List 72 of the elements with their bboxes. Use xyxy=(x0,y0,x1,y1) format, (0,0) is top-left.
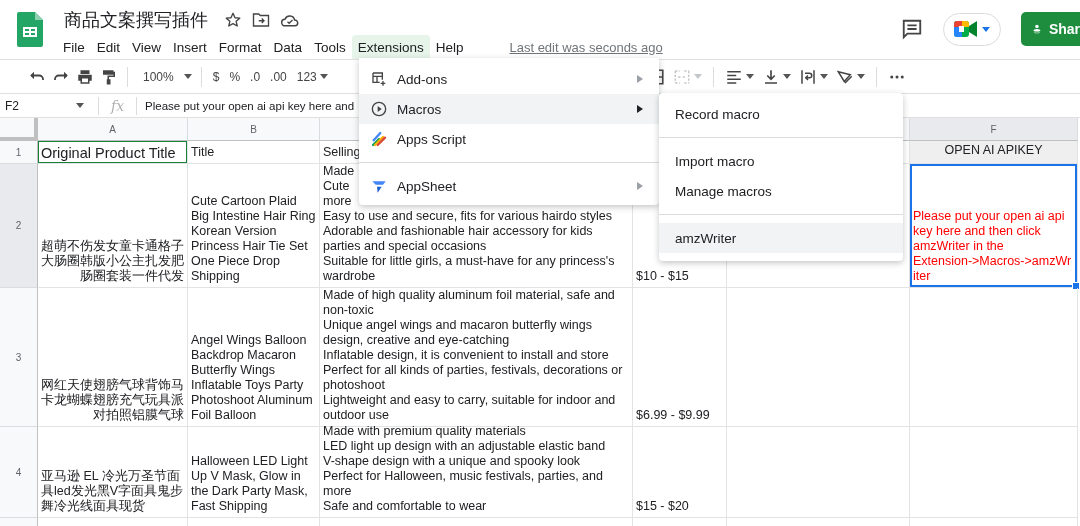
decrease-decimals-button[interactable]: .0 xyxy=(248,64,263,89)
menu-item[interactable]: Insert xyxy=(167,35,213,59)
row-header[interactable]: 2 xyxy=(0,164,38,288)
formula-input[interactable]: Please put your open ai api key here and xyxy=(145,99,355,112)
apps-script-icon xyxy=(371,131,387,147)
menu-item[interactable]: Extensions xyxy=(351,35,430,59)
more-formats-dropdown[interactable]: 123 xyxy=(294,64,330,89)
menu-item[interactable]: Macros xyxy=(359,94,659,124)
comment-icon[interactable] xyxy=(901,18,923,40)
appsheet-icon xyxy=(371,178,387,194)
menu-item[interactable]: Format xyxy=(212,35,268,59)
last-edit-link[interactable]: Last edit was seconds ago xyxy=(509,39,663,55)
align-bottom-icon[interactable] xyxy=(762,67,780,86)
star-icon[interactable] xyxy=(224,11,242,29)
table-cell: Made of high quality aluminum foil material, safe and non-toxic Unique angel wings and macaron butterfly wings design, creative and eye-catching Inflatable design, it is convenient to install and store Perfect for all kinds of parties, festivals, decorations or photoshoot Lightweight and easy to carry, suitable for indoor and outdoor use xyxy=(320,288,633,427)
table-cell: 亚马逊 EL 冷光万圣节面 具led发光黑V字面具鬼步 舞冷光线面具现货 xyxy=(38,427,188,518)
menu-item[interactable]: Edit xyxy=(90,35,127,59)
cloud-check-icon[interactable] xyxy=(280,12,300,28)
submenu-arrow-icon xyxy=(637,75,643,83)
row-header[interactable]: 3 xyxy=(0,288,38,427)
column-header[interactable]: A xyxy=(38,118,188,141)
increase-decimals-button[interactable]: .00 xyxy=(268,64,289,89)
folder-icon[interactable] xyxy=(252,12,270,28)
row-header[interactable]: 4 xyxy=(0,427,38,518)
caret-icon[interactable] xyxy=(857,74,865,79)
menu-item[interactable]: View xyxy=(126,35,168,59)
print-icon[interactable] xyxy=(76,67,94,86)
add-ons-icon xyxy=(371,71,387,87)
table-cell: Original Product Title xyxy=(38,141,188,164)
table-cell: Angel Wings Balloon Backdrop Macaron Butterfly Wings Inflatable Toys Party Photoshoot Aluminum Foil Balloon xyxy=(188,288,320,427)
document-title[interactable]: 商品文案撰写插件 xyxy=(64,8,208,32)
sheets-logo-icon[interactable] xyxy=(17,12,43,47)
table-cell: Halloween LED Light Up V Mask, Glow in the Dark Party Mask, Fast Shipping xyxy=(188,427,320,518)
menu-item[interactable]: amzWriter xyxy=(659,223,903,253)
column-header[interactable]: F xyxy=(910,118,1078,141)
paint-format-icon[interactable] xyxy=(100,67,118,86)
menu-item[interactable]: Record macro xyxy=(659,99,903,129)
cell-reference-field[interactable]: F2 xyxy=(0,98,90,113)
menu-item[interactable]: Tools xyxy=(308,35,352,59)
submenu-arrow-icon xyxy=(637,182,643,190)
table-cell: Made with premium quality materials LED light up design with an adjustable elastic band V-shape design with a unique and spooky look Perfect for Halloween, music festivals, parties, and more Safe and comfortable to wear xyxy=(320,427,633,518)
caret-icon xyxy=(319,74,328,79)
caret-icon[interactable] xyxy=(746,74,754,79)
menu-item[interactable]: File xyxy=(57,35,91,59)
table-cell: $6.99 - $9.99 xyxy=(633,288,727,427)
caret-icon xyxy=(76,103,84,108)
table-cell: Cute Cartoon Plaid Big Intestine Hair Ring Korean Version Princess Hair Tie Set One Piece Drop Shipping xyxy=(188,164,320,288)
fill-handle[interactable] xyxy=(1072,282,1080,290)
table-cell: Title xyxy=(188,141,320,164)
menu-item[interactable]: Data xyxy=(267,35,309,59)
play-circle-icon xyxy=(371,101,387,117)
function-label: fx xyxy=(111,97,125,114)
caret-icon xyxy=(982,26,990,32)
caret-icon xyxy=(183,74,192,79)
video-camera-icon xyxy=(954,20,978,38)
percent-button[interactable]: % xyxy=(227,64,243,89)
submenu-arrow-icon xyxy=(637,105,643,113)
caret-icon[interactable] xyxy=(783,74,791,79)
currency-button[interactable]: $ xyxy=(210,64,222,89)
column-header[interactable]: B xyxy=(188,118,320,141)
caret-icon[interactable] xyxy=(820,74,828,79)
text-wrap-icon[interactable] xyxy=(799,67,817,86)
share-button[interactable]: Shar xyxy=(1021,12,1080,46)
zoom-dropdown[interactable]: 100% xyxy=(141,64,192,89)
row-header[interactable]: 1 xyxy=(0,141,38,164)
table-cell: Please put your open ai api key here and then click amzWriter in the Extension->Macros->amzWr iter xyxy=(910,164,1078,288)
table-cell: $15 - $20 xyxy=(633,427,727,518)
table-cell: 超萌不伤发女童卡通格子 大肠圈韩版小公主扎发肥 肠圈套装一件代发 xyxy=(38,164,188,288)
table-cell: OPEN AI APIKEY xyxy=(910,141,1078,164)
menu-item[interactable]: Add-ons xyxy=(359,64,659,94)
menu-item[interactable]: Help xyxy=(429,35,470,59)
table-cell: 网红天使翅膀气球背饰马 卡龙蝴蝶翅膀充气玩具派 对拍照铝膜气球 xyxy=(38,288,188,427)
